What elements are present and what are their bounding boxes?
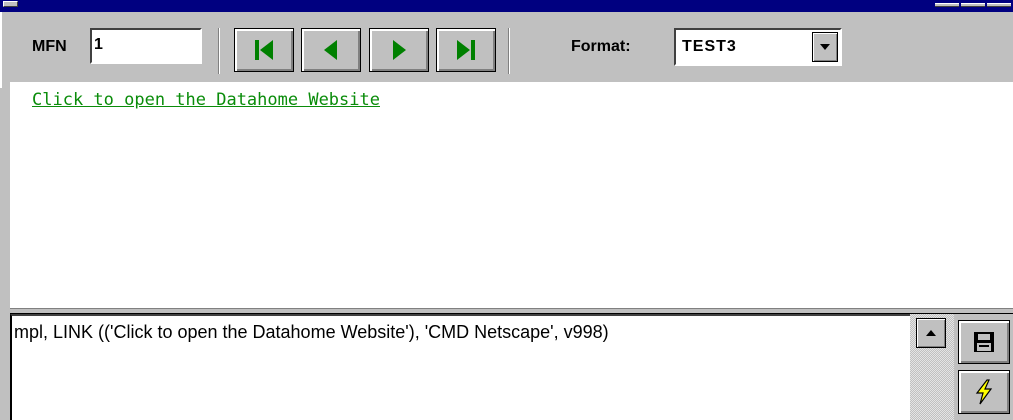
triangle-left-icon (324, 40, 337, 60)
triangle-up-icon (926, 330, 936, 336)
lightning-icon (975, 379, 993, 405)
maximize-button[interactable] (961, 3, 985, 7)
execute-button[interactable] (958, 370, 1010, 414)
chevron-down-icon (820, 44, 830, 50)
minimize-button[interactable] (935, 3, 959, 7)
format-editor[interactable]: mpl, LINK (('Click to open the Datahome … (10, 314, 910, 420)
system-menu-button[interactable] (3, 1, 18, 7)
toolbar-separator (218, 28, 220, 74)
datahome-website-link[interactable]: Click to open the Datahome Website (32, 90, 380, 110)
save-button[interactable] (958, 320, 1010, 364)
scroll-up-button[interactable] (916, 318, 946, 348)
window-controls (913, 0, 1013, 12)
dropdown-arrow-button[interactable] (812, 32, 838, 62)
toolbar: MFN 1 Format: TEST3 (0, 12, 1013, 88)
close-button[interactable] (987, 3, 1011, 7)
skip-to-first-icon (255, 40, 273, 60)
title-bar (0, 0, 1013, 12)
format-select[interactable]: TEST3 (674, 28, 842, 66)
format-editor-text: mpl, LINK (('Click to open the Datahome … (14, 322, 609, 342)
record-display: Click to open the Datahome Website (10, 82, 1013, 308)
next-record-button[interactable] (369, 28, 429, 72)
previous-record-button[interactable] (301, 28, 361, 72)
skip-to-last-icon (457, 40, 475, 60)
format-label: Format: (571, 38, 631, 55)
first-record-button[interactable] (234, 28, 294, 72)
format-value: TEST3 (682, 38, 737, 55)
triangle-right-icon (393, 40, 406, 60)
last-record-button[interactable] (436, 28, 496, 72)
toolbar-separator (508, 28, 510, 74)
mfn-label: MFN (32, 38, 67, 55)
vertical-scrollbar[interactable] (910, 314, 954, 420)
mfn-input[interactable]: 1 (90, 28, 202, 64)
floppy-disk-icon (974, 332, 994, 352)
